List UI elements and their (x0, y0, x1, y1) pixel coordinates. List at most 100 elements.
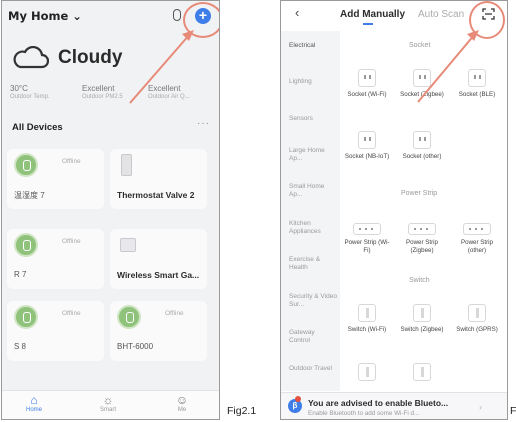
power-strip-icon (408, 223, 436, 235)
device-type-item[interactable]: Socket (BLE) (454, 69, 500, 99)
device-type-item[interactable]: Switch (GPRS) (454, 304, 500, 334)
switch-icon (413, 304, 431, 322)
tab-add-manually[interactable]: Add Manually (340, 9, 405, 20)
device-type-item[interactable]: Power Strip (Zigbee) (399, 223, 445, 254)
tab-smart[interactable]: ☼ Smart (88, 393, 128, 413)
category-item[interactable]: Gateway Control (289, 329, 337, 345)
device-status: Offline (62, 310, 81, 317)
category-item[interactable]: Kitchen Appliances (289, 220, 337, 236)
chevron-right-icon: › (479, 402, 482, 412)
back-button[interactable]: ‹ (295, 5, 299, 20)
stat-temperature: 30°C Outdoor Temp. (10, 84, 50, 102)
highlight-circle (469, 1, 505, 39)
sensor-icon (117, 305, 141, 329)
device-name: Wireless Smart Ga... (117, 270, 200, 280)
stat-value: Excellent (148, 84, 181, 93)
device-name: S 8 (14, 342, 27, 351)
device-type-item[interactable]: Socket (Wi-Fi) (344, 69, 390, 99)
device-type-item[interactable]: Power Strip (Wi-Fi) (344, 223, 390, 254)
power-strip-icon (463, 223, 491, 235)
device-type-label: Switch (Wi-Fi) (347, 326, 387, 333)
switch-icon (358, 304, 376, 322)
tab-label: Smart (99, 407, 116, 413)
bluetooth-banner[interactable]: β You are advised to enable Blueto... En… (281, 392, 507, 419)
device-type-item[interactable]: Power Strip (other) (454, 223, 500, 254)
bluetooth-title: You are advised to enable Blueto... (308, 398, 449, 408)
device-status: Offline (62, 158, 81, 165)
device-card[interactable]: Offline S 8 (7, 301, 104, 361)
device-type-item[interactable] (399, 363, 445, 381)
device-type-label: Power Strip (Wi-Fi) (344, 239, 390, 254)
device-card[interactable]: Thermostat Valve 2 (110, 149, 207, 209)
tab-auto-scan[interactable]: Auto Scan (418, 9, 464, 20)
socket-icon (413, 131, 431, 149)
home-screen: My Home ⌄ + Cloudy 30°C Outdoor Temp. Ex… (1, 0, 220, 420)
device-type-item[interactable]: Switch (Zigbee) (399, 304, 445, 334)
home-selector[interactable]: My Home ⌄ (8, 9, 82, 23)
microphone-icon[interactable] (173, 9, 181, 21)
sensor-icon (14, 233, 38, 257)
category-item[interactable]: Exercise & Health (289, 256, 337, 272)
figure-caption: Fig2.1 (227, 405, 257, 417)
device-card[interactable]: Offline 温湿度 7 (7, 149, 104, 209)
device-type-item[interactable]: Socket (NB-IoT) (344, 131, 390, 161)
all-devices-title: All Devices (12, 122, 63, 133)
device-status: Offline (165, 310, 184, 317)
device-type-label: Socket (Wi-Fi) (347, 91, 387, 98)
stat-value: 30°C (10, 84, 28, 93)
sensor-icon (14, 153, 38, 177)
tab-me[interactable]: ☺ Me (162, 393, 202, 413)
device-type-label: Switch (Zigbee) (400, 326, 444, 333)
category-item[interactable]: Lighting (289, 78, 337, 86)
category-item[interactable]: Small Home Ap... (289, 183, 337, 199)
device-type-label: Power Strip (Zigbee) (406, 239, 438, 254)
device-type-item[interactable]: Socket (Zigbee) (399, 69, 445, 99)
tab-label: Home (25, 407, 42, 413)
figure-caption: F (510, 405, 516, 417)
stat-label: Outdoor Temp. (10, 94, 50, 100)
device-card[interactable]: Wireless Smart Ga... (110, 229, 207, 289)
device-type-label: Socket (Zigbee) (400, 91, 444, 98)
power-strip-icon (353, 223, 381, 235)
tab-home[interactable]: ⌂ Home (14, 393, 54, 413)
bluetooth-subtitle: Enable Bluetooth to add some Wi-Fi d... (308, 410, 420, 417)
device-status: Offline (62, 238, 81, 245)
stat-air-quality: Excellent Outdoor Air Q... (148, 84, 190, 102)
device-card[interactable]: Offline BHT-6000 (110, 301, 207, 361)
category-item[interactable]: Security & Video Sur... (289, 293, 337, 309)
bottom-tab-bar: ⌂ Home ☼ Smart ☺ Me (2, 390, 219, 419)
socket-icon (413, 69, 431, 87)
section-title: Power Strip (401, 190, 438, 197)
device-type-label: Switch (GPRS) (456, 326, 498, 333)
socket-icon (468, 69, 486, 87)
device-card[interactable]: Offline R 7 (7, 229, 104, 289)
switch-icon (468, 304, 486, 322)
weather-condition: Cloudy (58, 47, 123, 68)
gateway-icon (120, 238, 136, 252)
device-type-label: Power Strip (other) (461, 239, 493, 254)
device-type-label: Socket (NB-IoT) (344, 153, 390, 160)
device-type-item[interactable]: Socket (other) (399, 131, 445, 161)
add-device-screen: ‹ Add Manually Auto Scan Electrical Ligh… (280, 0, 508, 420)
stat-label: Outdoor Air Q... (148, 94, 190, 100)
more-icon[interactable]: ··· (197, 118, 210, 129)
section-title: Switch (409, 277, 430, 284)
category-item[interactable]: Electrical (289, 42, 337, 50)
section-title: Socket (409, 42, 431, 49)
thermostat-icon (121, 154, 132, 176)
highlight-circle (183, 2, 219, 38)
device-type-item[interactable] (344, 363, 390, 381)
category-item[interactable]: Sensors (289, 115, 337, 123)
tab-label: Me (177, 407, 187, 413)
switch-icon (358, 363, 376, 381)
device-name: BHT-6000 (117, 342, 154, 351)
notification-badge (295, 396, 301, 402)
category-item[interactable]: Large Home Ap... (289, 147, 337, 163)
stat-label: Outdoor PM2.5 (82, 94, 123, 100)
category-item[interactable]: Outdoor Travel (289, 365, 337, 373)
socket-icon (358, 131, 376, 149)
device-type-label: Socket (BLE) (458, 91, 496, 98)
device-type-item[interactable]: Switch (Wi-Fi) (344, 304, 390, 334)
switch-icon (413, 363, 431, 381)
person-icon: ☺ (175, 393, 189, 407)
